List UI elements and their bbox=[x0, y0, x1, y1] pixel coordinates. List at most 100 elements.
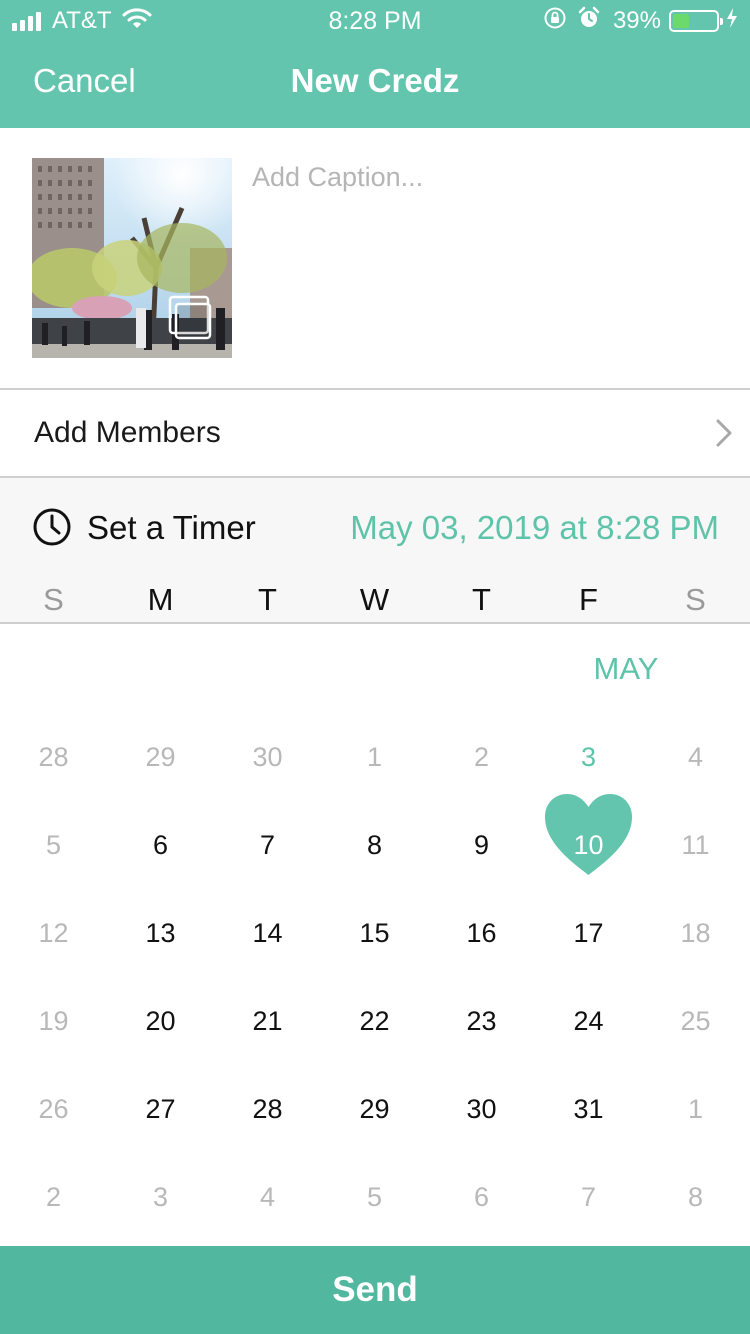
photo-thumbnail[interactable] bbox=[32, 158, 232, 358]
caption-input[interactable] bbox=[252, 162, 722, 193]
calendar-day-number: 16 bbox=[466, 918, 497, 948]
calendar-day[interactable]: 14 bbox=[214, 903, 321, 963]
calendar-day[interactable]: 8 bbox=[321, 815, 428, 875]
calendar-day-number: 10 bbox=[573, 830, 604, 860]
calendar-day[interactable]: 19 bbox=[0, 991, 107, 1051]
calendar-day[interactable]: 31 bbox=[535, 1079, 642, 1139]
orientation-lock-icon bbox=[543, 6, 567, 37]
calendar-day-number: 3 bbox=[152, 1182, 169, 1212]
calendar-day[interactable]: 1 bbox=[642, 1079, 749, 1139]
calendar-day[interactable]: 18 bbox=[642, 903, 749, 963]
calendar-day[interactable]: 5 bbox=[0, 815, 107, 875]
weekday-label: M bbox=[147, 582, 174, 617]
calendar-day-number: 1 bbox=[366, 742, 383, 772]
header: AT&T 8:28 PM 39% Cancel New Credz bbox=[0, 0, 750, 128]
calendar-day-number: 8 bbox=[687, 1182, 704, 1212]
charging-icon bbox=[726, 7, 738, 36]
month-label: MAY bbox=[593, 651, 659, 686]
calendar-day[interactable]: 3 bbox=[107, 1167, 214, 1227]
weekday-label: T bbox=[258, 582, 277, 617]
calendar-day[interactable]: 13 bbox=[107, 903, 214, 963]
calendar-day-number: 30 bbox=[466, 1094, 497, 1124]
calendar-day[interactable]: 28 bbox=[214, 1079, 321, 1139]
cancel-button[interactable]: Cancel bbox=[33, 62, 136, 100]
calendar-day[interactable]: 15 bbox=[321, 903, 428, 963]
calendar-day-selected[interactable]: 10 bbox=[535, 794, 642, 875]
calendar-day[interactable]: 11 bbox=[642, 815, 749, 875]
calendar-day-number: 14 bbox=[252, 918, 283, 948]
timer-value[interactable]: May 03, 2019 at 8:28 PM bbox=[350, 509, 719, 547]
calendar-day-number: 12 bbox=[38, 918, 69, 948]
calendar-day[interactable]: 24 bbox=[535, 991, 642, 1051]
calendar-day[interactable]: 22 bbox=[321, 991, 428, 1051]
calendar-day[interactable]: 6 bbox=[107, 815, 214, 875]
calendar-day-number: 30 bbox=[252, 742, 283, 772]
calendar-grid: MAY 28 29 30 1 2 3 4 5 6 7 8 9 10 11 12 13 14 15 16 17 18 19 2… bbox=[0, 624, 750, 1246]
calendar-day-number: 29 bbox=[359, 1094, 390, 1124]
calendar-day[interactable]: 21 bbox=[214, 991, 321, 1051]
calendar-day-number: 5 bbox=[366, 1182, 383, 1212]
calendar-day-number: 15 bbox=[359, 918, 390, 948]
post-composer bbox=[0, 128, 750, 388]
calendar-day[interactable]: 9 bbox=[428, 815, 535, 875]
calendar-day[interactable]: 30 bbox=[428, 1079, 535, 1139]
calendar-day-number: 17 bbox=[573, 918, 604, 948]
calendar-day-number: 27 bbox=[145, 1094, 176, 1124]
calendar-day-number: 24 bbox=[573, 1006, 604, 1036]
battery-icon bbox=[669, 10, 723, 32]
add-members-label: Add Members bbox=[34, 416, 221, 449]
photo-image bbox=[32, 158, 232, 358]
calendar-day[interactable]: 12 bbox=[0, 903, 107, 963]
weekday-header: S M T W T F S bbox=[0, 582, 750, 622]
status-bar: AT&T 8:28 PM 39% bbox=[0, 0, 750, 40]
calendar-day[interactable]: 25 bbox=[642, 991, 749, 1051]
calendar-day-number: 29 bbox=[145, 742, 176, 772]
calendar-day[interactable]: 2 bbox=[0, 1167, 107, 1227]
calendar-day-number: 21 bbox=[252, 1006, 283, 1036]
calendar-day-number: 28 bbox=[38, 742, 69, 772]
calendar-day[interactable]: 5 bbox=[321, 1167, 428, 1227]
chevron-right-icon bbox=[714, 418, 734, 453]
calendar-day-number: 13 bbox=[145, 918, 176, 948]
calendar-day-number: 20 bbox=[145, 1006, 176, 1036]
calendar-day[interactable]: 7 bbox=[535, 1167, 642, 1227]
calendar-day[interactable]: 27 bbox=[107, 1079, 214, 1139]
calendar-day-number: 2 bbox=[45, 1182, 62, 1212]
calendar-day[interactable]: 2 bbox=[428, 727, 535, 787]
calendar-day[interactable]: 28 bbox=[0, 727, 107, 787]
calendar-day[interactable]: 1 bbox=[321, 727, 428, 787]
calendar-day[interactable]: 29 bbox=[107, 727, 214, 787]
add-members-row[interactable]: Add Members bbox=[0, 390, 750, 476]
weekday-label: S bbox=[43, 582, 64, 617]
calendar-day-number: 4 bbox=[259, 1182, 276, 1212]
weekday-label: F bbox=[579, 582, 598, 617]
calendar-day-number: 5 bbox=[45, 830, 62, 860]
calendar-day[interactable]: 6 bbox=[428, 1167, 535, 1227]
calendar-day-number: 31 bbox=[573, 1094, 604, 1124]
calendar-day-number: 28 bbox=[252, 1094, 283, 1124]
battery-percent: 39% bbox=[612, 7, 661, 34]
calendar-day[interactable]: 26 bbox=[0, 1079, 107, 1139]
calendar-day[interactable]: 20 bbox=[107, 991, 214, 1051]
set-timer-label: Set a Timer bbox=[87, 509, 256, 546]
calendar-day[interactable]: 4 bbox=[214, 1167, 321, 1227]
calendar-day-number: 18 bbox=[680, 918, 711, 948]
send-button[interactable]: Send bbox=[0, 1246, 750, 1334]
calendar-day-number: 7 bbox=[259, 830, 276, 860]
calendar-day[interactable]: 29 bbox=[321, 1079, 428, 1139]
battery-level bbox=[673, 14, 689, 28]
calendar-day[interactable]: 17 bbox=[535, 903, 642, 963]
alarm-icon bbox=[577, 6, 601, 37]
calendar-day-number: 26 bbox=[38, 1094, 69, 1124]
calendar-day-number: 23 bbox=[466, 1006, 497, 1036]
calendar-day[interactable]: 4 bbox=[642, 727, 749, 787]
calendar-day-number: 22 bbox=[359, 1006, 390, 1036]
calendar-day[interactable]: 30 bbox=[214, 727, 321, 787]
calendar-day[interactable]: 7 bbox=[214, 815, 321, 875]
calendar-day[interactable]: 3 bbox=[535, 727, 642, 787]
calendar-day[interactable]: 16 bbox=[428, 903, 535, 963]
calendar-day-number: 8 bbox=[366, 830, 383, 860]
calendar-day-number: 7 bbox=[580, 1182, 597, 1212]
calendar-day[interactable]: 8 bbox=[642, 1167, 749, 1227]
calendar-day[interactable]: 23 bbox=[428, 991, 535, 1051]
